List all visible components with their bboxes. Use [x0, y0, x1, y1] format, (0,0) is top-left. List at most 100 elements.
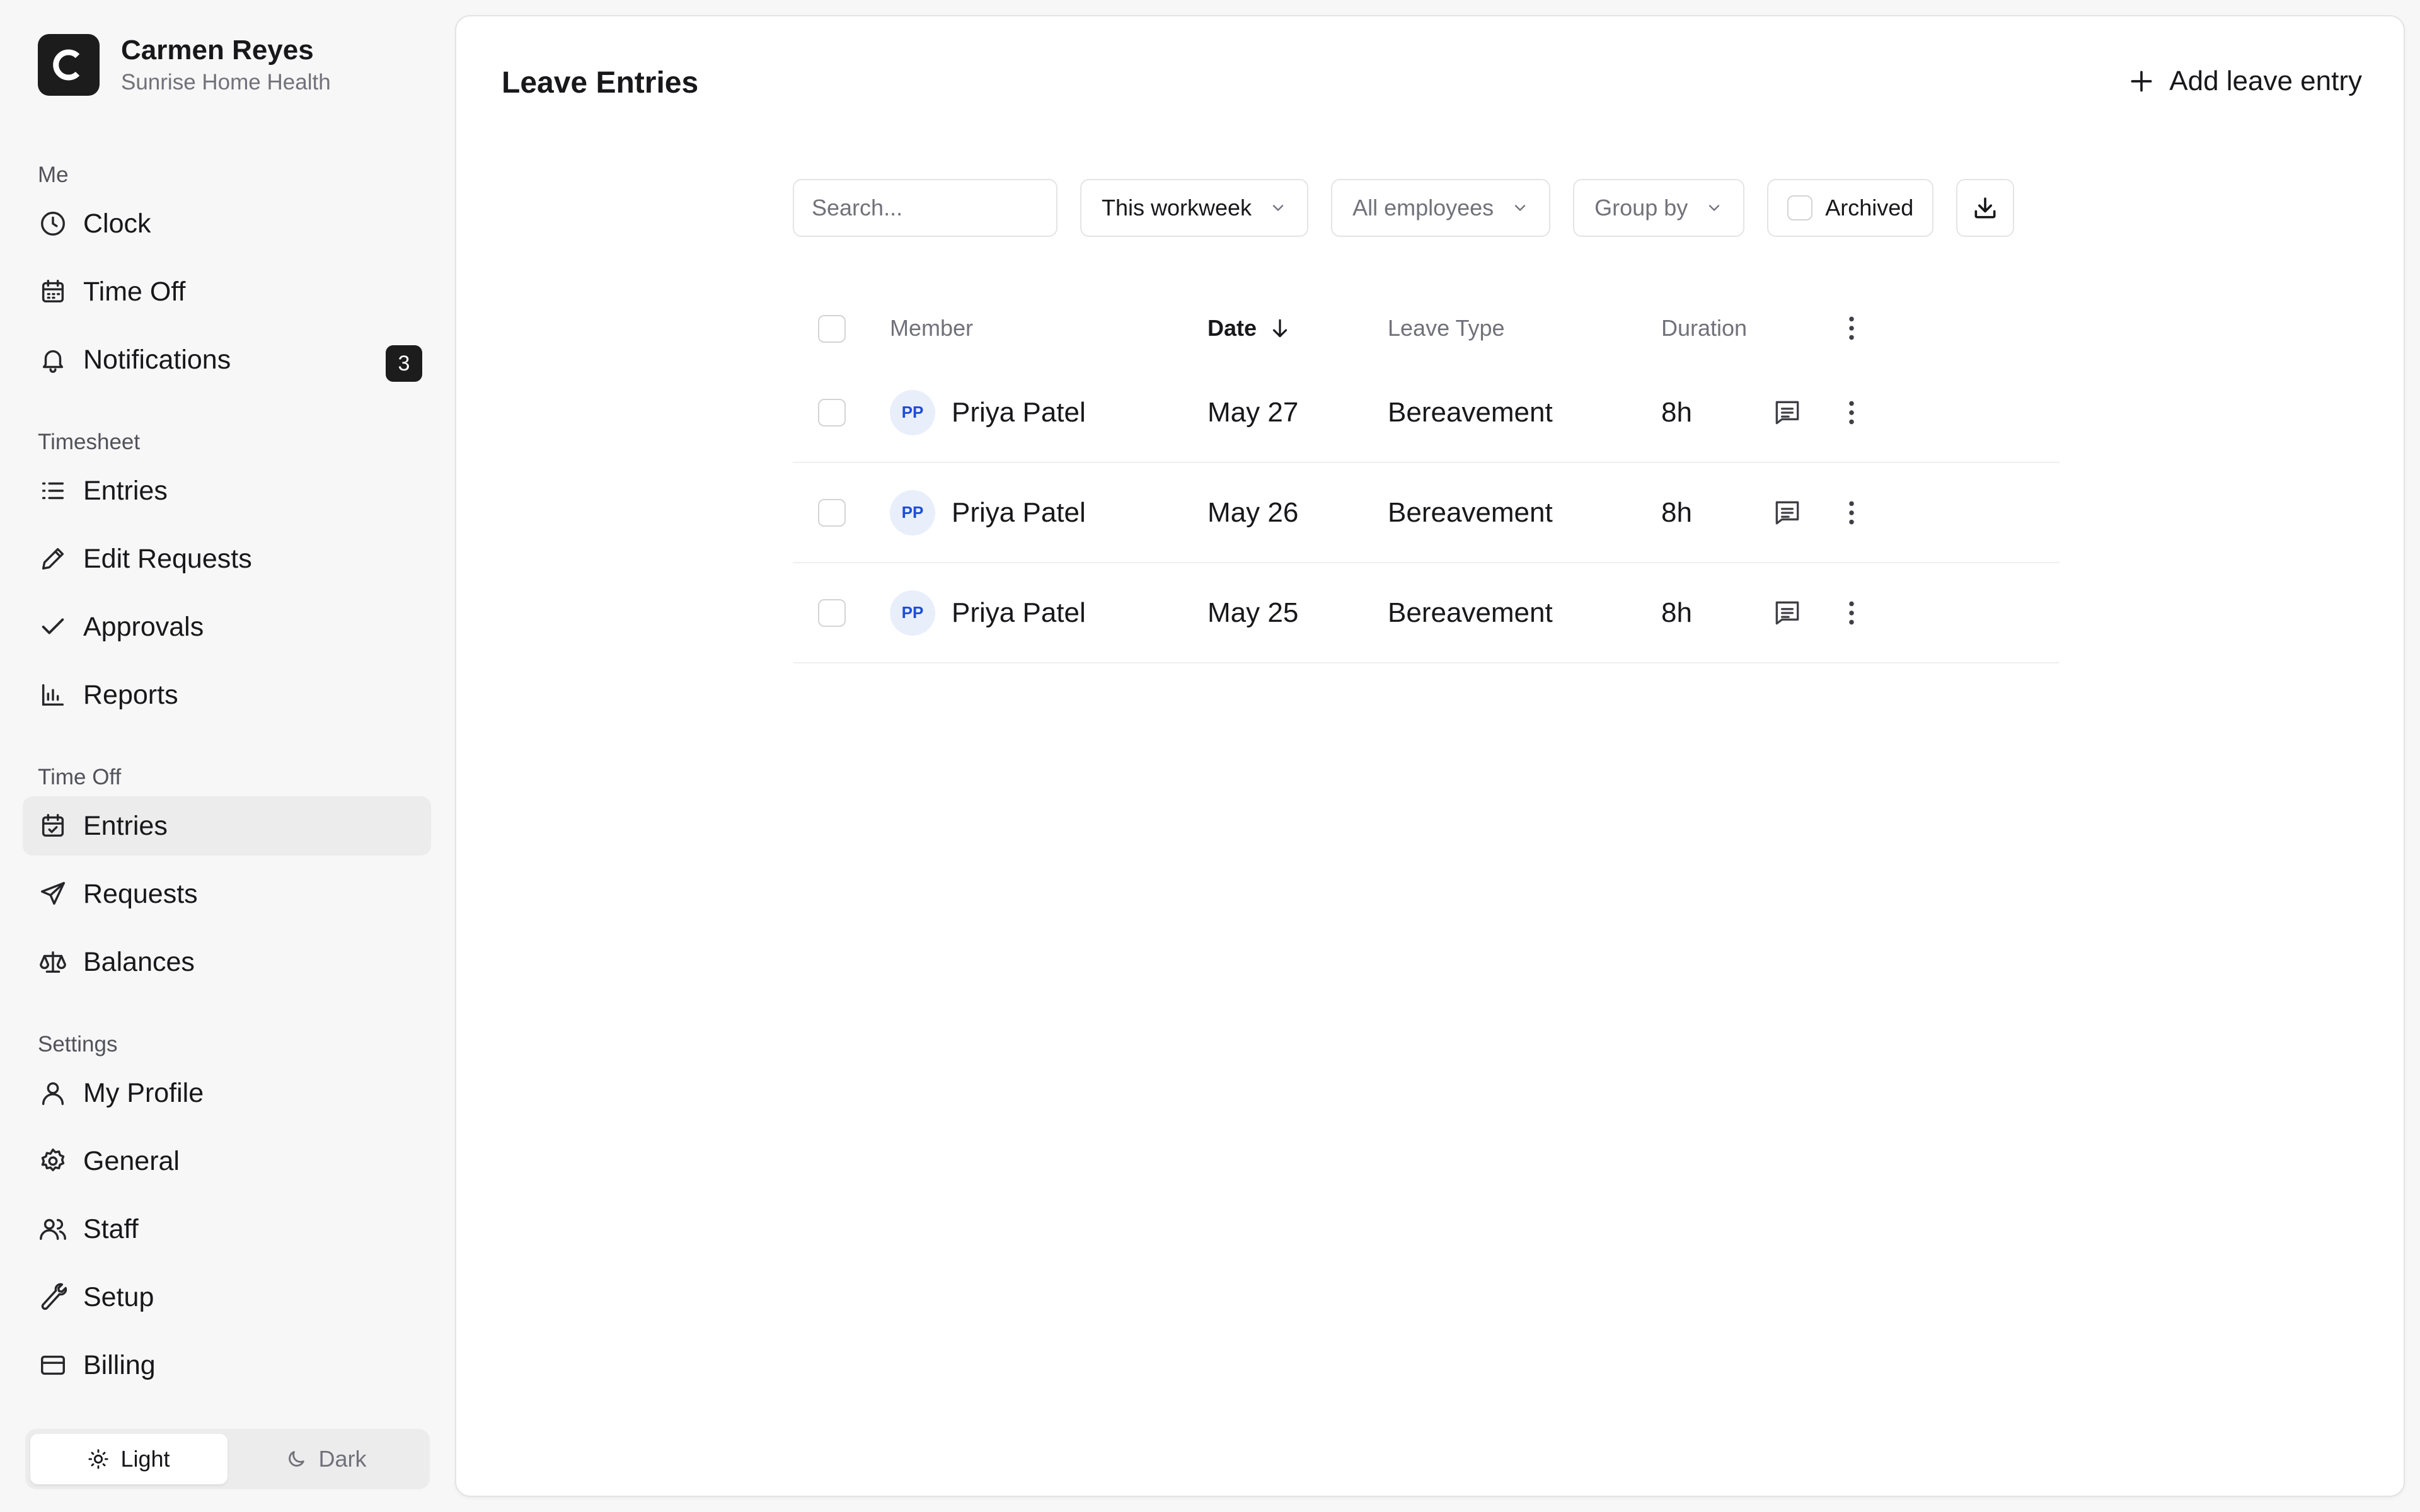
sidebar-item-label: My Profile: [83, 1077, 204, 1108]
column-header-date-label: Date: [1207, 315, 1257, 341]
sidebar-item-label: Billing: [83, 1349, 156, 1380]
column-options-icon[interactable]: [1834, 311, 1869, 346]
comment-icon[interactable]: [1770, 495, 1805, 530]
section-title-time-off: Time Off: [38, 765, 122, 789]
calendar-check-icon: [38, 811, 68, 841]
add-leave-entry-button[interactable]: Add leave entry: [2128, 66, 2362, 97]
period-select-value: This workweek: [1102, 195, 1252, 220]
scale-icon: [38, 947, 68, 977]
select-all-checkbox[interactable]: [818, 315, 846, 343]
comment-icon[interactable]: [1770, 395, 1805, 430]
sidebar-item-balances[interactable]: Balances: [23, 932, 431, 992]
row-more-icon[interactable]: [1834, 595, 1869, 631]
employees-select[interactable]: All employees: [1331, 179, 1551, 237]
sidebar-item-edit-requests[interactable]: Edit Requests: [23, 529, 431, 588]
archived-toggle[interactable]: Archived: [1767, 179, 1934, 237]
user-name: Carmen Reyes: [121, 35, 314, 66]
sidebar-item-staff[interactable]: Staff: [23, 1200, 431, 1259]
leave-entries-table: Member Date Leave Type Duration PP Priya…: [793, 294, 2060, 663]
user-icon: [38, 1078, 68, 1108]
table-row[interactable]: PP Priya Patel May 27 Bereavement 8h: [793, 363, 2060, 463]
sidebar-item-label: Edit Requests: [83, 543, 252, 574]
bell-icon: [38, 345, 68, 375]
users-icon: [38, 1214, 68, 1244]
leave-type-cell: Bereavement: [1388, 396, 1553, 428]
duration-cell: 8h: [1661, 496, 1692, 528]
sidebar-item-time-off[interactable]: Time Off: [23, 262, 431, 321]
credit-card-icon: [38, 1350, 68, 1380]
row-checkbox[interactable]: [818, 498, 846, 527]
group-by-select[interactable]: Group by: [1573, 179, 1745, 237]
sort-descending-icon: [1272, 319, 1288, 338]
date-cell: May 27: [1207, 396, 1299, 428]
archived-checkbox[interactable]: [1787, 195, 1813, 220]
leave-type-cell: Bereavement: [1388, 597, 1553, 628]
column-header-member[interactable]: Member: [890, 315, 973, 341]
sidebar-item-setup[interactable]: Setup: [23, 1268, 431, 1327]
duration-cell: 8h: [1661, 396, 1692, 428]
theme-light-button[interactable]: Light: [30, 1434, 228, 1484]
table-row[interactable]: PP Priya Patel May 25 Bereavement 8h: [793, 563, 2060, 663]
bar-chart-icon: [38, 680, 68, 710]
account-switcher[interactable]: Carmen Reyes Sunrise Home Health: [38, 33, 331, 97]
member-cell: PP Priya Patel: [890, 490, 1086, 536]
column-header-leave-type[interactable]: Leave Type: [1388, 315, 1504, 341]
sidebar-item-general[interactable]: General: [23, 1131, 431, 1191]
list-icon: [38, 476, 68, 506]
member-name: Priya Patel: [952, 496, 1086, 528]
clock-icon: [38, 209, 68, 239]
chevron-down-icon: [1709, 205, 1720, 212]
sidebar-item-my-profile[interactable]: My Profile: [23, 1063, 431, 1123]
period-select[interactable]: This workweek: [1080, 179, 1309, 237]
search-input[interactable]: [793, 179, 1057, 237]
download-button[interactable]: [1956, 179, 2015, 237]
sidebar: Carmen Reyes Sunrise Home Health Me Cloc…: [0, 0, 454, 1512]
pencil-icon: [38, 544, 68, 574]
theme-dark-button[interactable]: Dark: [228, 1434, 425, 1484]
sidebar-item-label: Clock: [83, 208, 151, 239]
member-name: Priya Patel: [952, 396, 1086, 428]
sidebar-item-label: Entries: [83, 475, 168, 506]
column-header-date[interactable]: Date: [1207, 315, 1292, 341]
page-title: Leave Entries: [502, 66, 699, 100]
row-more-icon[interactable]: [1834, 395, 1869, 430]
sidebar-item-label: Balances: [83, 946, 195, 977]
duration-cell: 8h: [1661, 597, 1692, 628]
main-panel: Leave Entries Add leave entry This workw…: [455, 15, 2405, 1497]
section-title-me: Me: [38, 163, 69, 187]
group-by-select-value: Group by: [1594, 195, 1688, 220]
sidebar-item-label: Time Off: [83, 276, 186, 307]
avatar: PP: [890, 590, 935, 636]
notification-count-badge: 3: [386, 345, 422, 382]
sidebar-item-label: Reports: [83, 679, 178, 710]
moon-icon: [289, 1451, 305, 1467]
row-checkbox[interactable]: [818, 398, 846, 427]
organization-name: Sunrise Home Health: [121, 70, 331, 94]
table-row[interactable]: PP Priya Patel May 26 Bereavement 8h: [793, 463, 2060, 563]
sidebar-item-clock[interactable]: Clock: [23, 194, 431, 253]
company-logo: [38, 34, 100, 96]
section-title-settings: Settings: [38, 1032, 118, 1057]
avatar: PP: [890, 389, 935, 435]
sidebar-item-approvals[interactable]: Approvals: [23, 597, 431, 656]
comment-icon[interactable]: [1770, 595, 1805, 631]
sidebar-item-billing[interactable]: Billing: [23, 1336, 431, 1395]
theme-dark-label: Dark: [318, 1446, 367, 1472]
gear-icon: [38, 1146, 68, 1176]
column-header-duration[interactable]: Duration: [1661, 315, 1747, 341]
chevron-down-icon: [1515, 205, 1526, 212]
sidebar-item-time-off-entries[interactable]: Entries: [23, 796, 431, 856]
sidebar-item-label: Staff: [83, 1213, 139, 1244]
avatar: PP: [890, 490, 935, 536]
sidebar-item-reports[interactable]: Reports: [23, 665, 431, 724]
row-more-icon[interactable]: [1834, 495, 1869, 530]
filter-toolbar: This workweek All employees Group by Arc…: [793, 179, 2015, 237]
send-icon: [38, 879, 68, 909]
sidebar-item-notifications[interactable]: Notifications 3: [23, 330, 431, 389]
row-checkbox[interactable]: [818, 598, 846, 627]
sidebar-item-timesheet-entries[interactable]: Entries: [23, 461, 431, 520]
date-cell: May 26: [1207, 496, 1299, 528]
company-logo-icon: [53, 49, 80, 81]
sidebar-nav: Me Clock Time Off Notifications 3 Timesh…: [23, 156, 431, 1404]
sidebar-item-requests[interactable]: Requests: [23, 864, 431, 924]
